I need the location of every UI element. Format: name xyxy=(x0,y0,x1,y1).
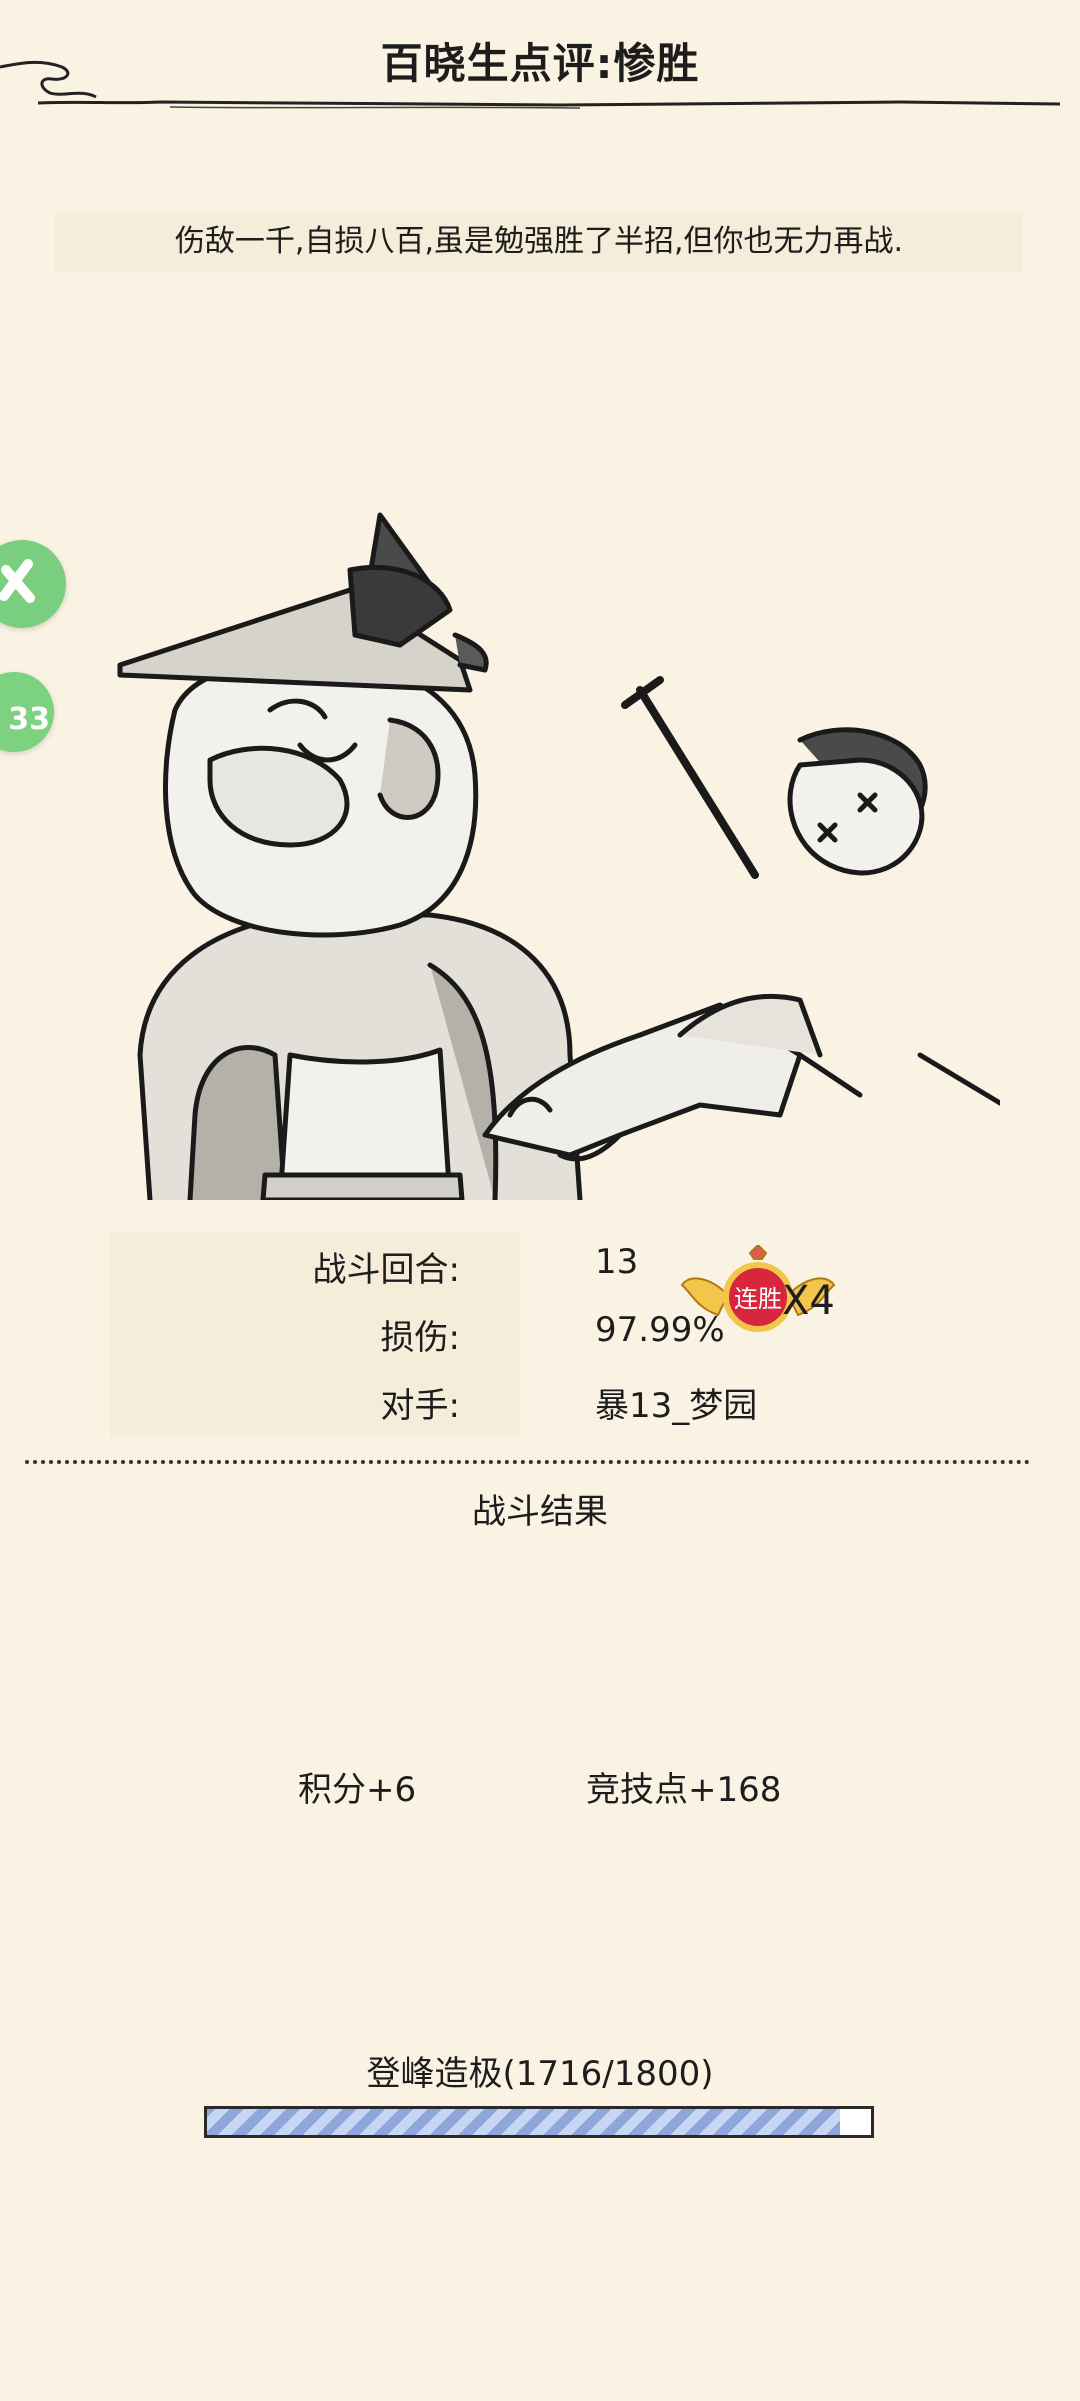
tool-float-button[interactable] xyxy=(0,540,66,628)
bonus-count: 33 xyxy=(8,702,50,737)
dotted-divider xyxy=(25,1460,1030,1464)
rank-title: 登峰造极(1716/1800) xyxy=(366,2054,714,2094)
bonus-float-button[interactable]: 33 xyxy=(0,672,54,752)
stat-row-damage: 损伤: 97.99% xyxy=(0,1310,1080,1370)
damage-label: 损伤: xyxy=(380,1318,460,1358)
arena-points-reward: 竞技点+168 xyxy=(586,1770,782,1810)
rounds-value: 13 xyxy=(595,1242,639,1282)
opponent-value: 暴13_梦园 xyxy=(595,1386,758,1426)
critic-comment: 伤敌一千,自损八百,虽是勉强胜了半招,但你也无力再战. xyxy=(55,212,1023,272)
battle-result-title: 战斗结果 xyxy=(472,1492,608,1532)
streak-badge-text: 连胜 xyxy=(734,1285,782,1313)
wrench-icon xyxy=(0,559,35,603)
battle-illustration xyxy=(117,512,1000,1200)
streak-count: X4 xyxy=(782,1278,835,1324)
rounds-label: 战斗回合: xyxy=(312,1250,460,1290)
points-reward: 积分+6 xyxy=(298,1770,417,1810)
title-brush-divider xyxy=(0,60,1061,109)
rank-progress-fill xyxy=(207,2109,840,2135)
rank-progress-bar xyxy=(204,2106,874,2138)
stat-row-rounds: 战斗回合: 13 xyxy=(0,1242,1080,1302)
opponent-label: 对手: xyxy=(380,1386,460,1426)
stat-row-opponent: 对手: 暴13_梦园 xyxy=(0,1378,1080,1438)
